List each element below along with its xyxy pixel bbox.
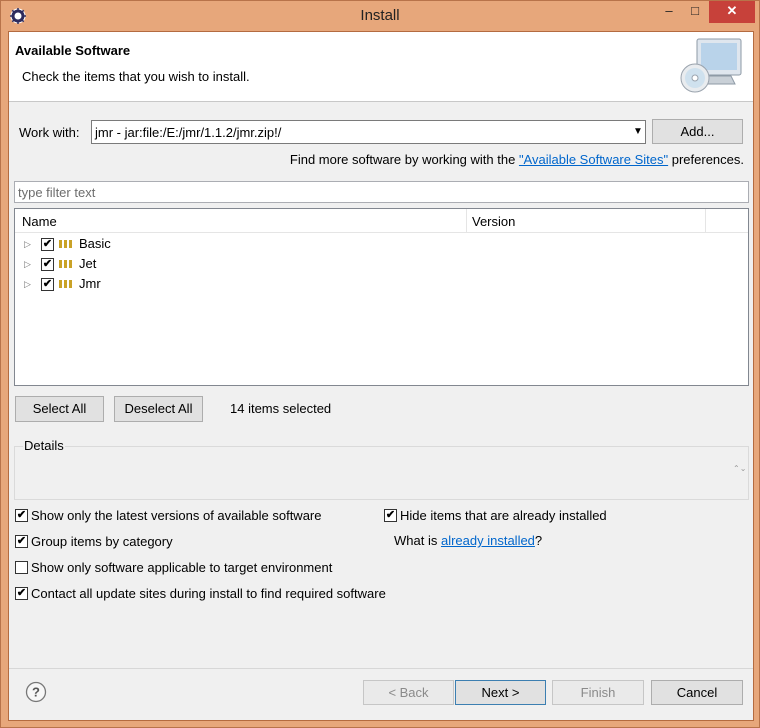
software-tree[interactable]: Name Version ▷ ✔ Basic ▷ ✔ Jet ▷ ✔ Jmr [14,208,749,386]
column-divider[interactable] [705,209,706,233]
column-divider[interactable] [466,209,467,233]
close-button[interactable]: ✕ [709,1,755,23]
banner: Available Software Check the items that … [9,32,753,102]
help-icon[interactable]: ? [25,681,47,703]
group-by-category-label[interactable]: Group items by category [31,534,173,549]
category-icon [59,260,72,268]
work-with-combo[interactable]: jmr - jar:file:/E:/jmr/1.1.2/jmr.zip!/ ▼ [91,120,646,144]
filter-input[interactable]: type filter text [14,181,749,203]
row-checkbox[interactable]: ✔ [41,238,54,251]
help-glyph: ? [32,685,40,700]
row-label: Basic [79,236,111,251]
latest-versions-label[interactable]: Show only the latest versions of availab… [31,508,322,523]
column-version-header[interactable]: Version [472,214,515,229]
install-window: Install – □ ✕ Available Software Check t… [0,0,760,728]
expand-arrow-icon[interactable]: ▷ [24,279,31,290]
filter-placeholder: type filter text [18,185,96,200]
column-name-header[interactable]: Name [22,214,57,229]
what-is-suffix: ? [534,533,543,548]
row-label: Jet [79,256,97,271]
category-icon [59,280,72,288]
group-by-category-checkbox[interactable]: ✔ [15,535,28,548]
minimize-button[interactable]: – [656,1,682,23]
row-checkbox[interactable]: ✔ [41,278,54,291]
add-site-button[interactable]: Add... [652,119,743,144]
details-panel: ⌃⌄ [14,446,749,500]
work-with-value: jmr - jar:file:/E:/jmr/1.1.2/jmr.zip!/ [95,125,282,140]
tree-row-jet[interactable]: ▷ ✔ Jet [15,254,748,274]
finish-button[interactable]: Finish [552,680,644,705]
banner-title: Available Software [15,43,131,58]
target-environment-checkbox[interactable] [15,561,28,574]
contact-sites-label[interactable]: Contact all update sites during install … [31,586,386,601]
latest-versions-checkbox[interactable]: ✔ [15,509,28,522]
items-selected-count: 14 items selected [230,401,332,416]
find-more-suffix: preferences. [668,152,744,167]
tree-row-basic[interactable]: ▷ ✔ Basic [15,234,748,254]
install-cd-monitor-icon [680,38,742,93]
category-icon [59,240,72,248]
target-environment-label[interactable]: Show only software applicable to target … [31,560,332,575]
what-is-installed-text: What is already installed? [394,533,542,548]
find-more-prefix: Find more software by working with the [289,152,519,167]
what-is-prefix: What is [394,533,441,548]
back-button[interactable]: < Back [363,680,454,705]
available-software-sites-link[interactable]: "Available Software Sites" [519,152,668,167]
window-title: Install [360,7,400,24]
row-checkbox[interactable]: ✔ [41,258,54,271]
maximize-button[interactable]: □ [682,1,708,23]
cancel-button[interactable]: Cancel [651,680,743,705]
dialog-client-area: Available Software Check the items that … [8,31,754,721]
banner-description: Check the items that you wish to install… [22,69,250,84]
tree-row-jmr[interactable]: ▷ ✔ Jmr [15,274,748,294]
deselect-all-button[interactable]: Deselect All [114,396,203,422]
hide-installed-label[interactable]: Hide items that are already installed [400,508,607,523]
row-label: Jmr [79,276,101,291]
work-with-label: Work with: [19,125,80,140]
footer-divider [9,668,753,669]
select-all-button[interactable]: Select All [15,396,104,422]
title-bar[interactable]: Install – □ ✕ [1,1,759,31]
expand-arrow-icon[interactable]: ▷ [24,259,31,270]
details-label: Details [23,438,65,453]
contact-sites-checkbox[interactable]: ✔ [15,587,28,600]
expand-arrow-icon[interactable]: ▷ [24,239,31,250]
next-button[interactable]: Next > [455,680,546,705]
chevron-down-icon[interactable]: ▼ [631,121,645,143]
already-installed-link[interactable]: already installed [441,533,535,548]
find-more-text: Find more software by working with the "… [290,152,744,167]
scroll-arrows-icon[interactable]: ⌃⌄ [733,465,746,473]
hide-installed-checkbox[interactable]: ✔ [384,509,397,522]
tree-header: Name Version [15,209,748,233]
